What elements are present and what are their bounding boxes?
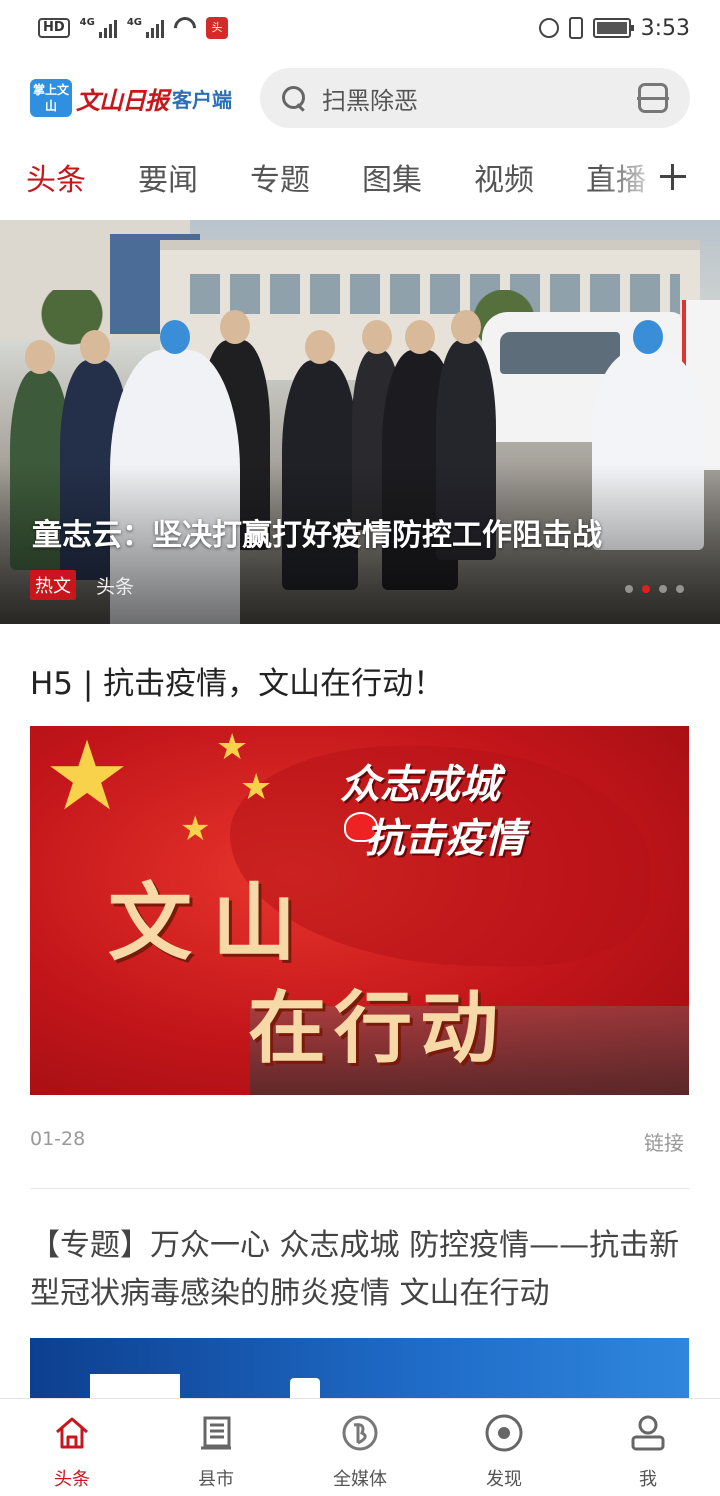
hero-category: 头条: [96, 575, 135, 598]
logo-badge: 掌上文山: [30, 79, 72, 117]
nav-label: 发现: [486, 1469, 522, 1490]
status-bar: HD 4G 4G 头 3:53: [0, 0, 720, 56]
article-type-label: 链接: [644, 1131, 684, 1155]
list-divider: [30, 1188, 690, 1189]
carousel-dot: [659, 585, 667, 593]
tab-news[interactable]: 要闻: [138, 155, 198, 199]
home-icon: [52, 1413, 92, 1453]
channel-tabs: 头条 要闻 专题 图集 视频 直播: [0, 148, 720, 206]
network-type-4g-2: 4G: [126, 17, 143, 28]
add-channel-icon[interactable]: [660, 164, 686, 190]
tab-headlines[interactable]: 头条: [26, 155, 86, 199]
scan-icon[interactable]: [637, 83, 669, 113]
logo-title: 文山日报: [76, 85, 169, 115]
discover-icon: [484, 1413, 524, 1453]
status-bar-left: HD 4G 4G 头: [38, 12, 229, 44]
battery-icon: [592, 18, 634, 38]
article-date: 01-28: [30, 1128, 86, 1150]
slogan-line-2: 抗击疫情: [365, 815, 525, 862]
search-bar[interactable]: 扫黑除恶: [260, 68, 690, 128]
vibrate-icon: [568, 17, 583, 39]
star-icon: ★: [240, 767, 273, 808]
clock: 3:53: [640, 15, 690, 41]
hero-carousel[interactable]: 童志云：坚决打赢打好疫情防控工作阻击战 热文 头条: [0, 220, 720, 624]
headline-line-1: 文山: [108, 873, 317, 972]
app-header: 掌上文山 文山日报 客户端 扫黑除恶: [0, 66, 720, 130]
article-image[interactable]: ★ ★ ★ ★ 众志成城 抗击疫情 文山 在行动: [30, 726, 689, 1095]
notification-app-icon: 头: [206, 17, 229, 39]
nav-item-headlines[interactable]: 头条: [0, 1399, 144, 1496]
star-icon: ★: [44, 726, 131, 832]
headline-line-2: 在行动: [248, 983, 507, 1074]
county-icon: [196, 1413, 236, 1453]
article-title[interactable]: H5 | 抗击疫情，文山在行动！: [30, 658, 444, 703]
star-icon: ★: [180, 809, 211, 849]
star-icon: ★: [216, 727, 249, 768]
alarm-icon: [538, 18, 559, 38]
hero-title[interactable]: 童志云：坚决打赢打好疫情防控工作阻击战: [32, 510, 602, 554]
logo-subtitle: 客户端: [172, 87, 232, 112]
signal-strength-icon: [98, 18, 117, 38]
hot-tag: 热文: [30, 570, 76, 600]
slogan-line-1: 众志成城: [340, 761, 500, 808]
profile-icon: [628, 1413, 668, 1453]
nav-item-county[interactable]: 县市: [144, 1399, 288, 1496]
bottom-navigation: 头条 县市 全媒体 发现 我: [0, 1398, 720, 1496]
status-bar-right: 3:53: [538, 15, 690, 41]
nav-label: 头条: [54, 1469, 90, 1490]
tab-video[interactable]: 视频: [474, 155, 534, 199]
network-type-4g: 4G: [79, 17, 95, 28]
nav-item-discover[interactable]: 发现: [432, 1399, 576, 1496]
media-icon: [340, 1413, 380, 1453]
search-input[interactable]: 扫黑除恶: [322, 81, 638, 116]
carousel-indicator: [625, 585, 684, 593]
article-title[interactable]: 【专题】万众一心 众志成城 防控疫情——抗击新型冠状病毒感染的肺炎疫情 文山在行…: [30, 1222, 698, 1318]
hd-voice-icon: HD: [38, 18, 70, 38]
tab-topics[interactable]: 专题: [250, 155, 310, 199]
nav-item-me[interactable]: 我: [576, 1399, 720, 1496]
signal-strength-icon-2: [146, 18, 165, 38]
nav-item-media[interactable]: 全媒体: [288, 1399, 432, 1496]
tab-gallery[interactable]: 图集: [362, 155, 422, 199]
nav-label: 全媒体: [333, 1469, 387, 1490]
app-logo: 掌上文山 文山日报 客户端: [30, 79, 260, 117]
hotspot-icon: [169, 12, 201, 44]
carousel-dot-active: [642, 585, 650, 593]
carousel-dot: [676, 585, 684, 593]
hero-meta: 热文 头条: [30, 570, 134, 600]
search-icon: [282, 86, 306, 110]
carousel-dot: [625, 585, 633, 593]
nav-label: 我: [639, 1469, 657, 1490]
nav-label: 县市: [198, 1469, 234, 1490]
article-image[interactable]: [30, 1338, 689, 1398]
